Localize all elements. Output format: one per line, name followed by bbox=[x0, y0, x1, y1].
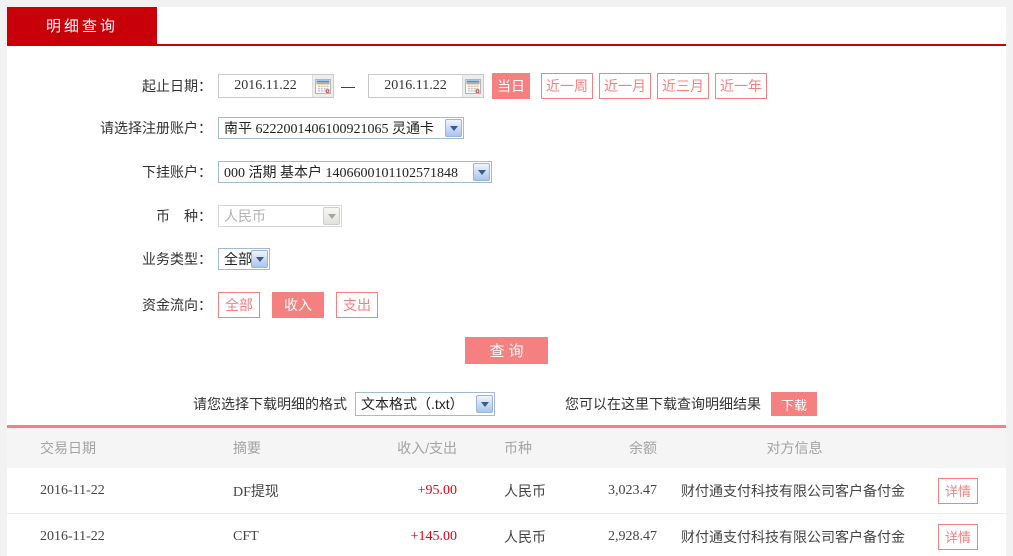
currency-row: 币 种： 人民币 bbox=[7, 205, 1006, 227]
download-format-value: 文本格式（.txt） bbox=[361, 396, 464, 412]
calendar-icon[interactable] bbox=[462, 75, 483, 97]
cell-balance: 2,928.47 bbox=[608, 528, 657, 544]
detail-button[interactable]: 详情 bbox=[938, 477, 978, 504]
cell-transaction-date: 2016-11-22 bbox=[40, 482, 105, 498]
download-format-select[interactable]: 文本格式（.txt） bbox=[355, 392, 495, 416]
table-row: 2016-11-22 CFT +145.00 人民币 2,928.47 财付通支… bbox=[7, 514, 1006, 556]
business-type-label: 业务类型： bbox=[142, 251, 212, 267]
currency-value: 人民币 bbox=[224, 208, 266, 224]
fund-flow-row: 资金流向： 全部 收入 支出 bbox=[7, 292, 1006, 318]
chevron-down-icon[interactable] bbox=[473, 163, 490, 181]
date-range-label: 起止日期： bbox=[142, 78, 212, 94]
cell-transaction-date: 2016-11-22 bbox=[40, 528, 105, 544]
table-header-row: 交易日期 摘要 收入/支出 币种 余额 对方信息 bbox=[7, 428, 1006, 468]
fund-flow-income-button[interactable]: 收入 bbox=[272, 292, 324, 318]
business-type-value: 全部 bbox=[224, 251, 251, 267]
currency-select: 人民币 bbox=[218, 205, 342, 227]
cell-action: 详情 bbox=[932, 477, 1006, 504]
table-row: 2016-11-22 DF提现 +95.00 人民币 3,023.47 财付通支… bbox=[7, 468, 1006, 514]
header-income-expense: 收入/支出 bbox=[397, 440, 457, 456]
cell-balance: 3,023.47 bbox=[608, 482, 657, 498]
chevron-down-icon bbox=[323, 207, 340, 225]
calendar-icon[interactable] bbox=[312, 75, 333, 97]
sub-account-label: 下挂账户： bbox=[142, 164, 212, 180]
download-row: 请您选择下载明细的格式 文本格式（.txt） 您可以在这里下载查询明细结果 下载 bbox=[7, 392, 1006, 416]
register-account-value: 南平 6222001406100921065 灵通卡 bbox=[224, 122, 434, 137]
chevron-down-icon[interactable] bbox=[476, 395, 493, 413]
register-account-label: 请选择注册账户： bbox=[100, 120, 212, 136]
header-transaction-date: 交易日期 bbox=[40, 440, 96, 456]
download-hint: 您可以在这里下载查询明细结果 bbox=[565, 396, 761, 412]
date-range-row: 起止日期： 2016.11.22 — 2016.11.22 当日 近一周 近一月… bbox=[7, 73, 1006, 99]
sub-account-value: 000 活期 基本户 1406600101102571848 bbox=[224, 166, 458, 181]
fund-flow-all-button[interactable]: 全部 bbox=[218, 292, 260, 318]
tab-detail-query[interactable]: 明细查询 bbox=[7, 7, 157, 44]
cell-summary: DF提现 bbox=[233, 484, 279, 500]
end-date-value: 2016.11.22 bbox=[384, 78, 447, 93]
cell-currency: 人民币 bbox=[504, 528, 546, 545]
start-date-input[interactable]: 2016.11.22 bbox=[218, 74, 334, 98]
cell-amount: +145.00 bbox=[410, 528, 457, 544]
register-account-select[interactable]: 南平 6222001406100921065 灵通卡 bbox=[218, 117, 464, 139]
business-type-row: 业务类型： 全部 bbox=[7, 248, 1006, 270]
quick-range-quarter-button[interactable]: 近三月 bbox=[657, 73, 709, 99]
download-format-label: 请您选择下载明细的格式 bbox=[193, 396, 347, 412]
cell-amount: +95.00 bbox=[417, 482, 457, 498]
header-currency: 币种 bbox=[504, 440, 532, 456]
fund-flow-label: 资金流向： bbox=[142, 297, 212, 313]
download-button[interactable]: 下载 bbox=[771, 392, 817, 416]
query-button[interactable]: 查询 bbox=[465, 337, 548, 364]
currency-label: 币 种： bbox=[156, 208, 212, 224]
business-type-select[interactable]: 全部 bbox=[218, 248, 270, 270]
sub-account-select[interactable]: 000 活期 基本户 1406600101102571848 bbox=[218, 161, 492, 183]
tab-underline bbox=[7, 44, 1006, 46]
end-date-input[interactable]: 2016.11.22 bbox=[368, 74, 484, 98]
fund-flow-expense-button[interactable]: 支出 bbox=[336, 292, 378, 318]
header-counterparty: 对方信息 bbox=[766, 440, 823, 456]
cell-action: 详情 bbox=[932, 523, 1006, 550]
cell-summary: CFT bbox=[233, 528, 259, 544]
cell-counterparty: 财付通支付科技有限公司客户备付金 bbox=[681, 528, 905, 545]
chevron-down-icon[interactable] bbox=[251, 250, 268, 268]
page-content: 明细查询 起止日期： 2016.11.22 — 2016.11.22 当日 近一… bbox=[7, 7, 1006, 556]
detail-button[interactable]: 详情 bbox=[938, 523, 978, 550]
results-table: 交易日期 摘要 收入/支出 币种 余额 对方信息 2016-11-22 DF提现… bbox=[7, 425, 1006, 556]
register-account-row: 请选择注册账户： 南平 6222001406100921065 灵通卡 bbox=[7, 117, 1006, 139]
sub-account-row: 下挂账户： 000 活期 基本户 1406600101102571848 bbox=[7, 161, 1006, 183]
chevron-down-icon[interactable] bbox=[445, 119, 462, 137]
date-separator: — bbox=[341, 78, 355, 94]
quick-range-month-button[interactable]: 近一月 bbox=[599, 73, 651, 99]
quick-range-week-button[interactable]: 近一周 bbox=[541, 73, 593, 99]
quick-range-today-button[interactable]: 当日 bbox=[492, 73, 530, 99]
header-balance: 余额 bbox=[629, 440, 657, 456]
header-summary: 摘要 bbox=[233, 440, 261, 456]
cell-currency: 人民币 bbox=[504, 482, 546, 499]
cell-counterparty: 财付通支付科技有限公司客户备付金 bbox=[681, 482, 905, 499]
start-date-value: 2016.11.22 bbox=[234, 78, 297, 93]
quick-range-year-button[interactable]: 近一年 bbox=[715, 73, 767, 99]
